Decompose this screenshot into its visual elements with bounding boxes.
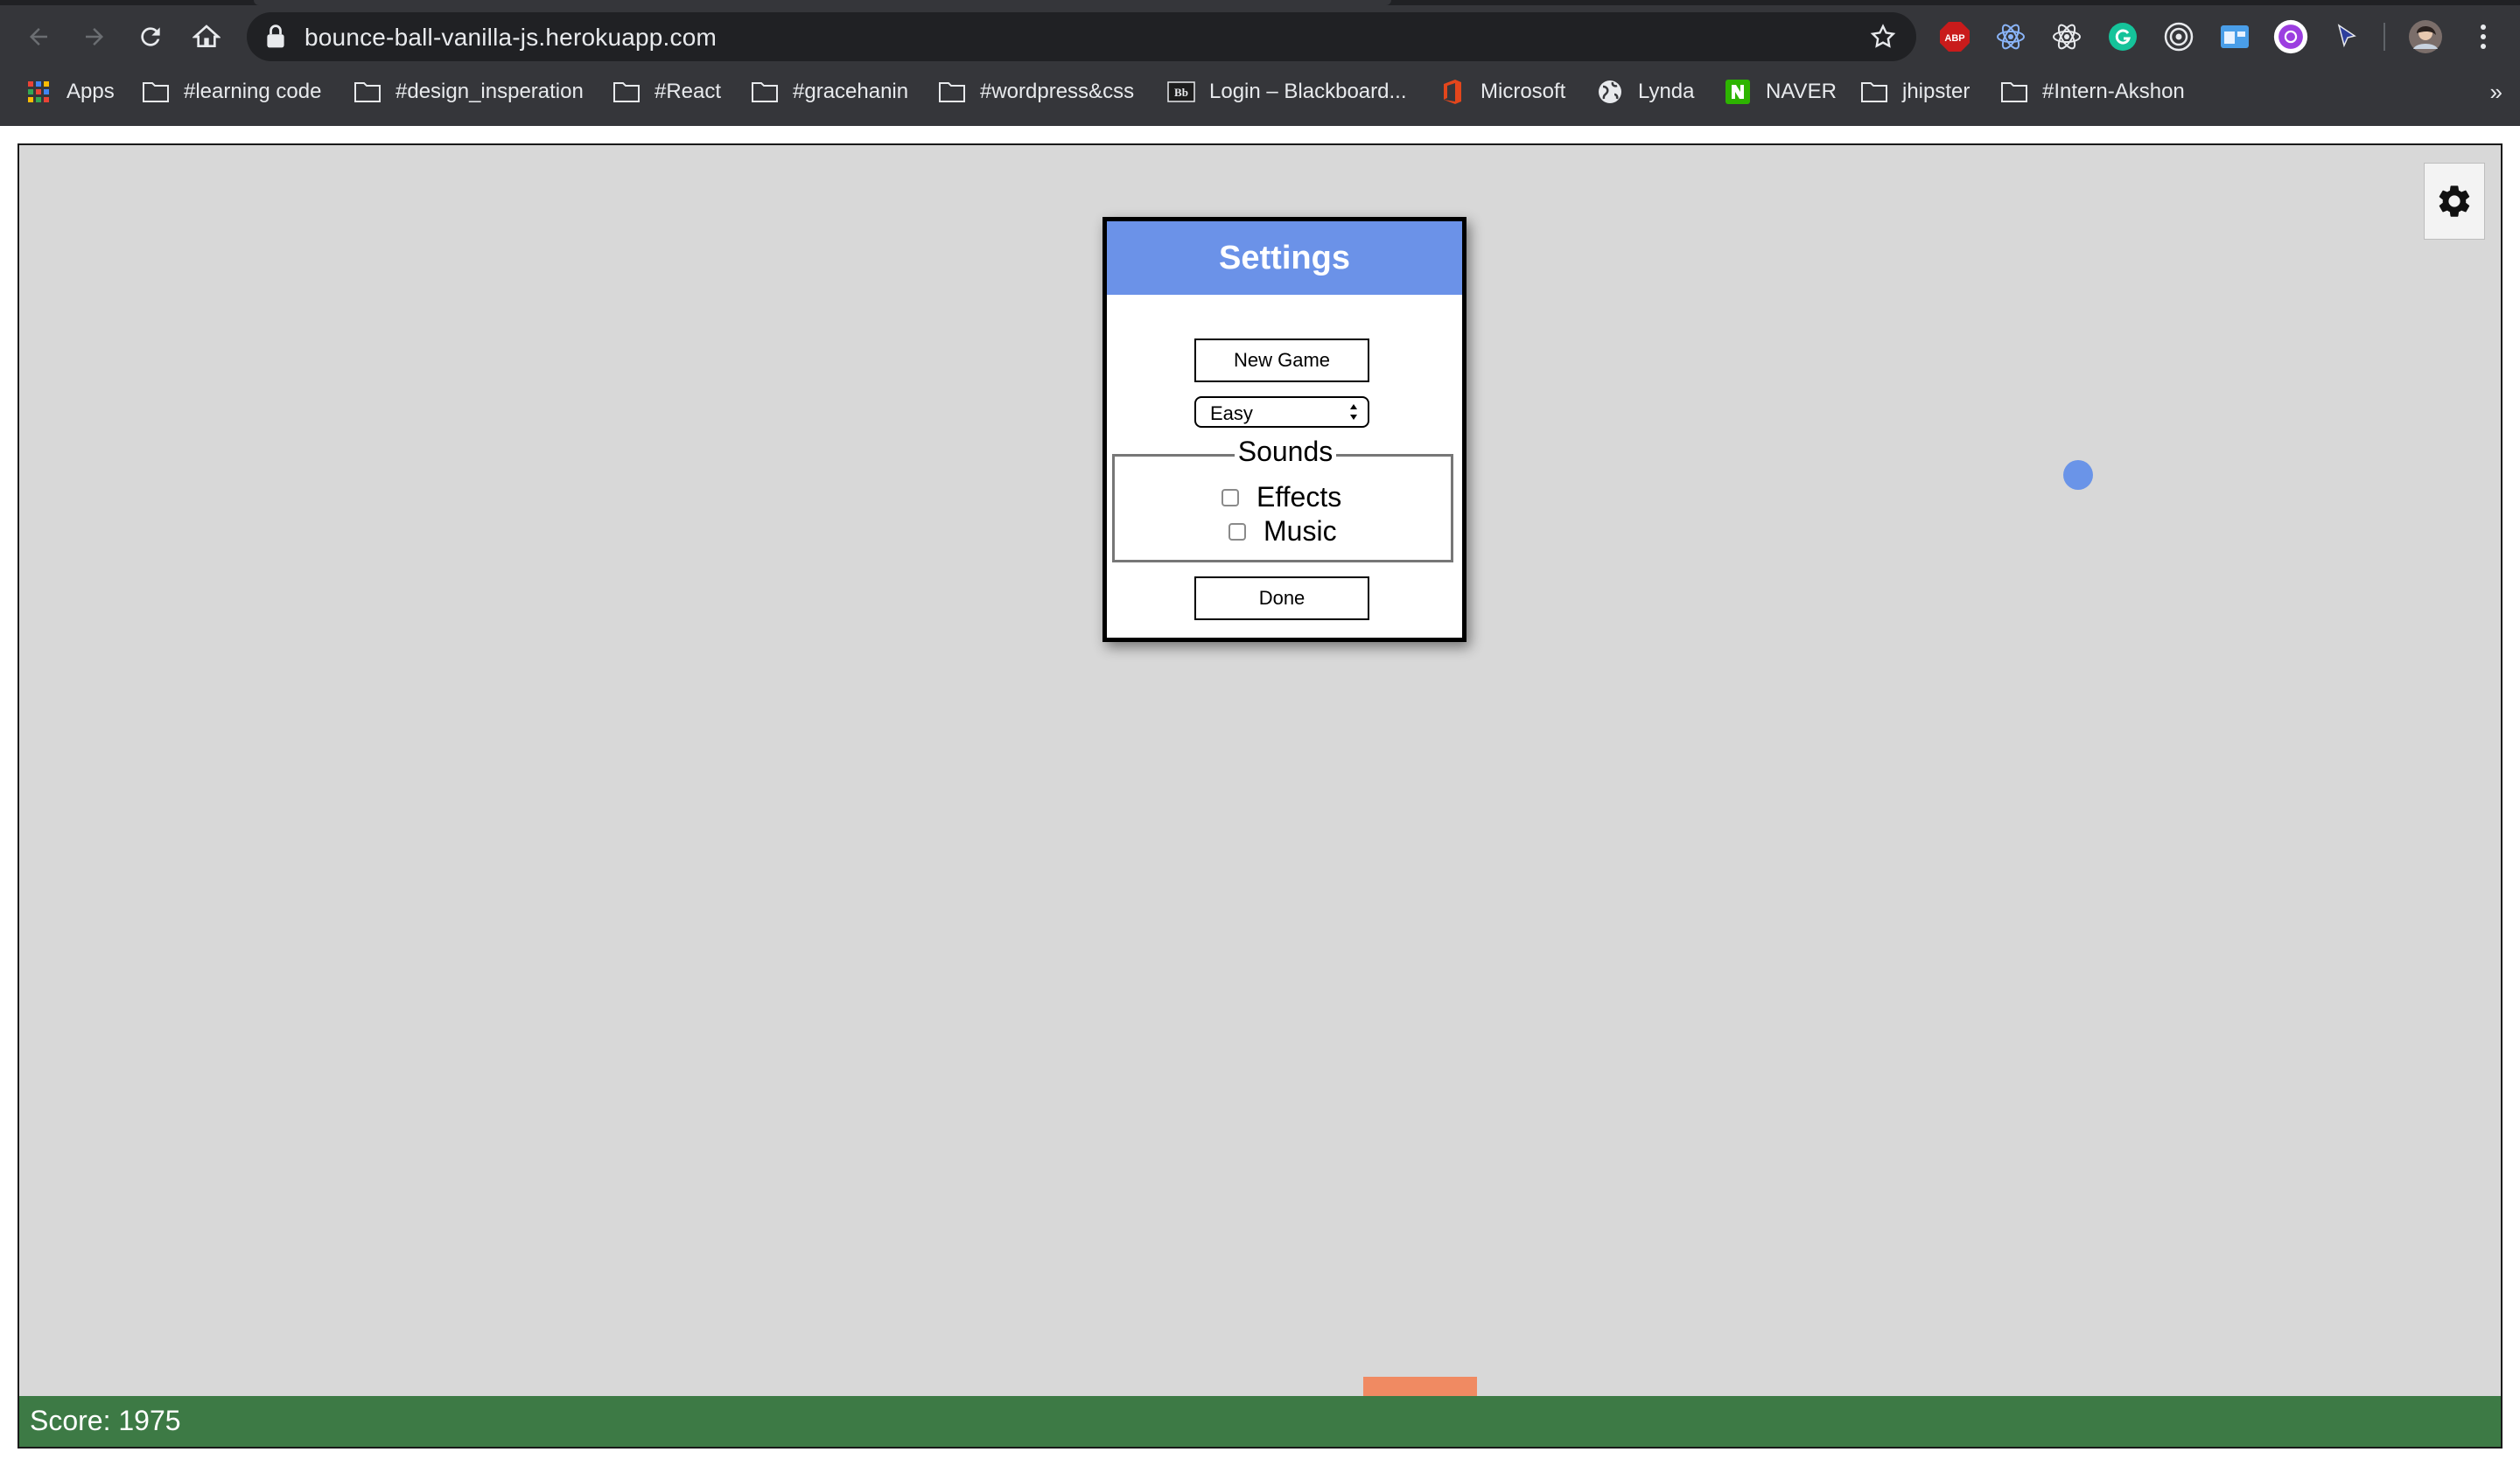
- bookmark-naver[interactable]: NAVER: [1724, 73, 1837, 110]
- tab-strip: [0, 0, 2520, 5]
- window-icon[interactable]: [2217, 19, 2252, 54]
- purple-circle-icon[interactable]: [2273, 19, 2308, 54]
- folder-icon: [2000, 80, 2028, 104]
- folder-icon: [751, 80, 779, 104]
- ball: [2063, 460, 2093, 490]
- gear-icon: [2439, 185, 2470, 217]
- back-button[interactable]: [21, 19, 56, 54]
- effects-label: Effects: [1256, 481, 1342, 513]
- bookmark-blackboard[interactable]: Bb Login – Blackboard...: [1167, 73, 1406, 110]
- bookmark-folder-intern-akshon[interactable]: #Intern-Akshon: [2000, 73, 2185, 110]
- home-button[interactable]: [189, 19, 224, 54]
- bookmark-label: #Intern-Akshon: [2042, 80, 2185, 103]
- bookmark-star-icon[interactable]: [1869, 23, 1897, 51]
- blackboard-icon: Bb: [1167, 80, 1195, 104]
- bookmark-microsoft[interactable]: Microsoft: [1438, 73, 1565, 110]
- folder-icon: [354, 80, 382, 104]
- score-bar: Score: 1975: [19, 1396, 2501, 1447]
- settings-toggle-button[interactable]: [2424, 163, 2485, 240]
- kebab-menu-icon: [2481, 24, 2486, 49]
- bookmark-folder-jhipster[interactable]: jhipster: [1860, 73, 1970, 110]
- target-icon[interactable]: [2161, 19, 2196, 54]
- chrome-menu-button[interactable]: [2466, 19, 2501, 54]
- bookmark-label: #design_insperation: [396, 80, 584, 103]
- cursor-icon[interactable]: [2329, 19, 2364, 54]
- reload-button[interactable]: [133, 19, 168, 54]
- apps-grid-icon: [24, 80, 52, 104]
- arrow-left-icon: [30, 28, 47, 45]
- bookmark-label: #learning code: [184, 80, 322, 103]
- folder-icon: [142, 80, 170, 104]
- settings-modal-header: Settings: [1107, 221, 1462, 295]
- sounds-legend-text: Sounds: [1234, 436, 1337, 467]
- paddle[interactable]: [1363, 1377, 1477, 1396]
- svg-text:Bb: Bb: [1174, 86, 1188, 99]
- naver-icon: [1724, 80, 1752, 104]
- profile-avatar[interactable]: [2408, 19, 2443, 54]
- folder-icon: [612, 80, 640, 104]
- lock-icon: [267, 24, 284, 48]
- bookmark-folder-wordpress-css[interactable]: #wordpress&css: [938, 73, 1134, 110]
- done-button[interactable]: Done: [1194, 576, 1369, 620]
- svg-text:ABP: ABP: [1944, 33, 1964, 44]
- difficulty-select[interactable]: Easy: [1194, 396, 1369, 428]
- bookmark-label: NAVER: [1766, 80, 1837, 103]
- settings-title: Settings: [1219, 239, 1350, 276]
- bookmark-folder-design-insperation[interactable]: #design_insperation: [354, 73, 584, 110]
- forward-button[interactable]: [77, 19, 112, 54]
- game-canvas[interactable]: Score: 1975 Settings New Game Easy Sound…: [18, 143, 2502, 1449]
- score-text: Score: 1975: [30, 1405, 181, 1436]
- bookmarks-overflow-chevron-icon[interactable]: »: [2490, 79, 2502, 106]
- folder-icon: [938, 80, 966, 104]
- bookmark-label: Apps: [66, 80, 115, 103]
- bookmark-folder-react[interactable]: #React: [612, 73, 721, 110]
- url-text: bounce-ball-vanilla-js.herokuapp.com: [304, 24, 718, 51]
- browser-chrome: bounce-ball-vanilla-js.herokuapp.com ABP: [0, 0, 2520, 126]
- globe-icon: [1596, 80, 1624, 104]
- react-icon[interactable]: [2049, 19, 2084, 54]
- bookmark-apps[interactable]: Apps: [24, 73, 115, 110]
- bookmark-label: Lynda: [1638, 80, 1695, 103]
- bookmark-label: Login – Blackboard...: [1209, 80, 1407, 103]
- page-content: Score: 1975 Settings New Game Easy Sound…: [0, 126, 2520, 1466]
- music-checkbox[interactable]: [1228, 522, 1246, 541]
- home-icon: [192, 24, 220, 47]
- abp-icon[interactable]: ABP: [1937, 19, 1972, 54]
- bookmark-label: #wordpress&css: [980, 80, 1135, 103]
- arrow-right-icon: [86, 28, 103, 45]
- address-bar[interactable]: bounce-ball-vanilla-js.herokuapp.com: [247, 12, 1916, 61]
- active-tab[interactable]: [254, 0, 1391, 5]
- office-icon: [1438, 80, 1466, 104]
- toolbar-separator: [2384, 23, 2385, 51]
- bookmark-folder-learning-code[interactable]: #learning code: [142, 73, 321, 110]
- bookmark-folder-gracehanin[interactable]: #gracehanin: [751, 73, 908, 110]
- select-arrows-icon: [1350, 404, 1357, 420]
- grammarly-icon[interactable]: [2105, 19, 2140, 54]
- sounds-legend: Sounds: [1115, 436, 1456, 468]
- bookmark-lynda[interactable]: Lynda: [1596, 73, 1695, 110]
- bookmark-label: jhipster: [1902, 80, 1970, 103]
- bookmark-label: Microsoft: [1480, 80, 1566, 103]
- difficulty-selected-value: Easy: [1210, 402, 1253, 424]
- folder-icon: [1860, 80, 1888, 104]
- new-game-button[interactable]: New Game: [1194, 339, 1369, 382]
- music-option[interactable]: Music: [1228, 515, 1337, 548]
- bookmark-label: #gracehanin: [793, 80, 909, 103]
- effects-checkbox[interactable]: [1222, 488, 1239, 506]
- bookmarks-bar: Apps #learning code #design_insperation …: [0, 73, 2520, 110]
- sounds-fieldset: Sounds Effects Music: [1112, 436, 1453, 562]
- reload-icon: [141, 27, 160, 46]
- effects-option[interactable]: Effects: [1222, 481, 1341, 513]
- react-devtools-icon[interactable]: [1993, 19, 2028, 54]
- music-label: Music: [1264, 515, 1337, 547]
- settings-modal: Settings New Game Easy Sounds Effects Mu…: [1102, 217, 1466, 642]
- bookmark-label: #React: [654, 80, 722, 103]
